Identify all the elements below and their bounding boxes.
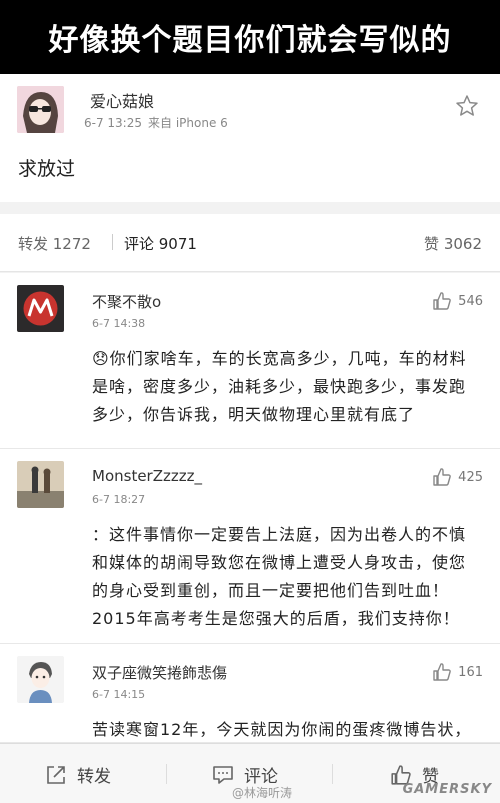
comment-icon [213,765,233,784]
post-meta: 6-7 13:25 来自 iPhone 6 [84,114,228,131]
tab-comment[interactable]: 评论 9071 [124,233,197,254]
repost-icon [47,765,65,784]
avatar[interactable] [17,86,64,133]
watermark-logo: GAMERSKY [402,782,492,797]
tab-like[interactable]: 赞 3062 [424,233,482,254]
header-banner: 好像换个题目你们就会写似的 [0,0,500,74]
weibo-credit: @林海听涛 [232,786,293,800]
comment-time: 6-7 14:38 [92,317,146,330]
comment-time: 6-7 14:15 [92,688,146,701]
comment-username[interactable]: MonsterZzzzz_ [92,467,202,485]
divider [166,764,167,784]
post-content: 求放过 [18,158,76,180]
thumbs-up-icon [433,468,451,486]
post-source: 来自 iPhone 6 [148,116,228,130]
comment-username[interactable]: 不聚不散o [92,291,161,312]
comment-item: 双子座微笑捲飾悲傷 6-7 14:15 161 苦读寒窗12年，今天就因为你闹的… [0,644,500,743]
repost-label: 转发 [77,767,111,787]
like-button[interactable]: 546 [432,291,483,311]
comment-item: MonsterZzzzz_ 6-7 18:27 425 ：这件事情你一定要告上法… [0,449,500,644]
thumbs-up-icon [433,663,451,681]
weibo-post: 爱心菇娘 6-7 13:25 来自 iPhone 6 求放过 [0,74,500,202]
avatar[interactable] [17,461,64,508]
banner-title: 好像换个题目你们就会写似的 [48,23,452,58]
like-count: 546 [458,293,483,309]
divider [332,764,333,784]
avatar[interactable] [17,656,64,703]
post-username[interactable]: 爱心菇娘 [90,88,154,112]
like-count: 425 [458,469,483,485]
comment-text: ：这件事情你一定要告上法庭，因为出卷人的不慎和媒体的胡闹导致您在微博上遭受人身攻… [92,525,467,628]
avatar[interactable] [17,285,64,332]
tab-repost[interactable]: 转发 1272 [18,233,91,254]
repost-button[interactable]: 转发 [45,762,111,787]
comment-item: 不聚不散o 6-7 14:38 546 😞你们家啥车，车的长宽高多少，几吨，车的… [0,273,500,449]
like-button[interactable]: 425 [432,467,483,487]
post-tabs: 转发 1272 评论 9071 赞 3062 [0,214,500,272]
comment-time: 6-7 18:27 [92,493,146,506]
like-count: 161 [458,664,483,680]
post-time: 6-7 13:25 [84,116,142,130]
thumbs-up-icon [433,292,451,310]
tab-divider [112,234,113,250]
star-icon[interactable] [455,94,479,118]
comment-text: 😞你们家啥车，车的长宽高多少，几吨，车的材料是啥，密度多少，油耗多少，最快跑多少… [92,349,467,424]
comment-text: 苦读寒窗12年，今天就因为你闹的蛋疼微博告状，妈的比的不会打电话吗装鸡巴毛 [92,720,472,739]
bottom-action-bar: 转发 评论 赞 @林海听涛 GAMERSKY [0,743,500,803]
like-button[interactable]: 161 [432,662,483,682]
comment-username[interactable]: 双子座微笑捲飾悲傷 [92,662,227,683]
